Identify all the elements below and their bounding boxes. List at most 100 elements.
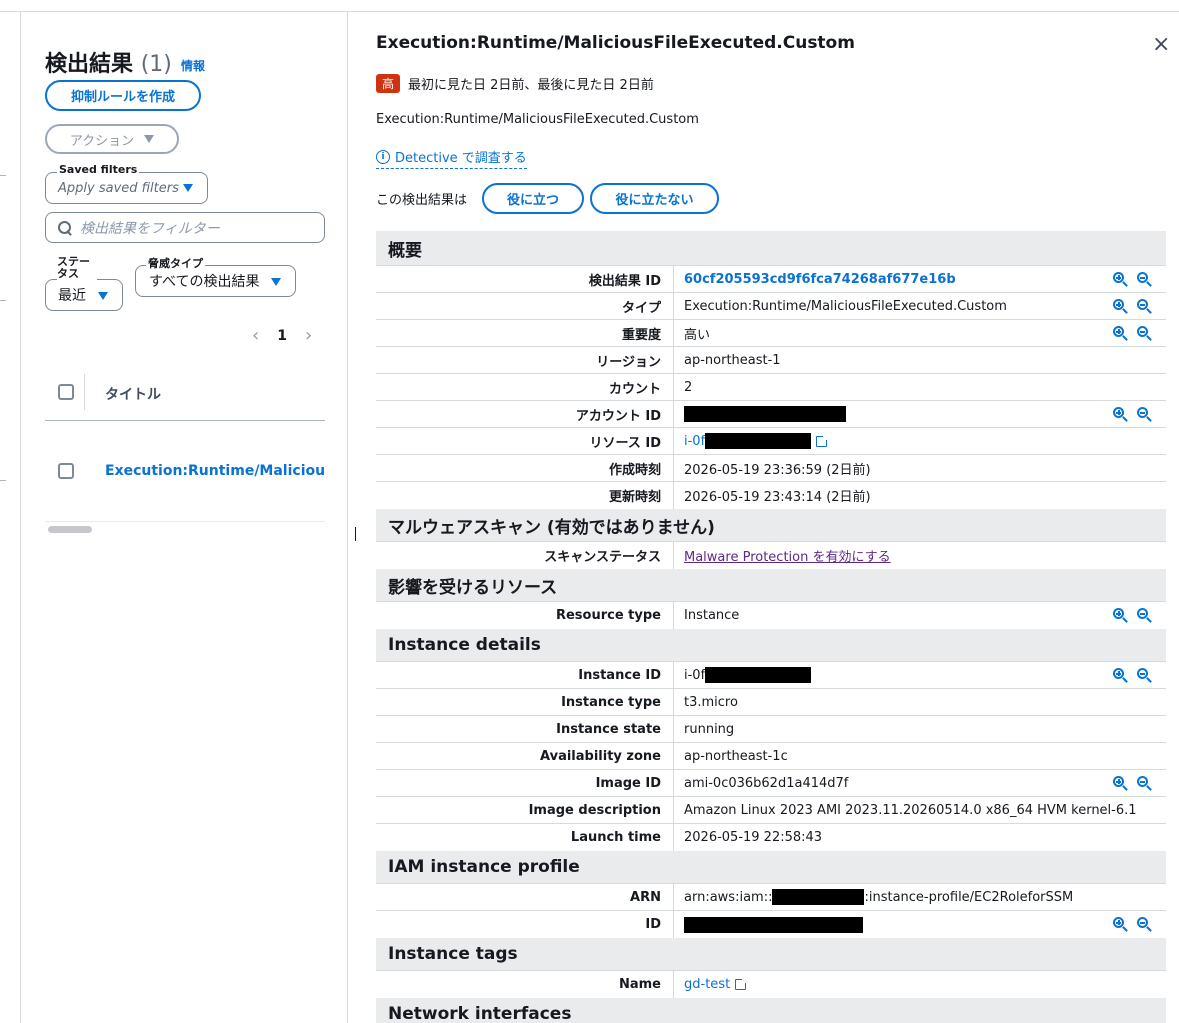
key: リージョン bbox=[376, 347, 674, 373]
section-malware-scan: マルウェアスキャン (有効ではありません) bbox=[376, 509, 1166, 542]
row-instance-state: Instance state running bbox=[376, 716, 1166, 743]
resource-id-link[interactable]: i-0f bbox=[674, 433, 829, 449]
row-account-id: アカウント ID bbox=[376, 401, 1166, 428]
page-title-text: 検出結果 bbox=[45, 52, 134, 77]
key: Name bbox=[376, 971, 674, 998]
create-suppression-rule-button[interactable]: 抑制ルールを作成 bbox=[45, 80, 201, 111]
nav-tick bbox=[0, 300, 6, 301]
zoom-in-icon[interactable] bbox=[1113, 299, 1128, 314]
key: Instance ID bbox=[376, 662, 674, 688]
filter-icons bbox=[1113, 917, 1152, 932]
column-header-title[interactable]: タイトル bbox=[105, 384, 161, 404]
key: ID bbox=[376, 911, 674, 938]
value: ap-northeast-1c bbox=[684, 748, 788, 764]
key: アカウント ID bbox=[376, 401, 674, 427]
value: 2 bbox=[684, 379, 693, 395]
row-created: 作成時刻 2026-05-19 23:36:59 (2日前) bbox=[376, 455, 1166, 482]
row-image-id: Image ID ami-0c036b62d1a414d7f bbox=[376, 770, 1166, 797]
zoom-out-icon[interactable] bbox=[1137, 668, 1152, 683]
finding-id-link[interactable]: 60cf205593cd9f6fca74268af677e16b bbox=[674, 272, 956, 287]
enable-malware-protection-link[interactable]: Malware Protection を有効にする bbox=[674, 546, 891, 565]
detail-table: 概要 検出結果 ID 60cf205593cd9f6fca74268af677e… bbox=[376, 231, 1166, 1023]
threat-type-label: 脅威タイプ bbox=[146, 255, 205, 271]
zoom-in-icon[interactable] bbox=[1113, 776, 1128, 791]
value: 高い bbox=[684, 327, 711, 343]
key: Instance state bbox=[376, 716, 674, 742]
page-number[interactable]: 1 bbox=[277, 328, 287, 344]
select-all-checkbox[interactable] bbox=[58, 384, 74, 400]
collapsed-nav-strip[interactable] bbox=[0, 12, 21, 1023]
key: 作成時刻 bbox=[376, 455, 674, 481]
severity-badge: 高 bbox=[376, 74, 401, 93]
value: ap-northeast-1 bbox=[684, 352, 781, 368]
filter-icons bbox=[1113, 407, 1152, 422]
external-link-icon bbox=[735, 978, 748, 990]
info-link[interactable]: 情報 bbox=[181, 57, 205, 74]
zoom-out-icon[interactable] bbox=[1137, 776, 1152, 791]
instance-id-prefix: i-0f bbox=[684, 667, 706, 683]
zoom-in-icon[interactable] bbox=[1113, 917, 1128, 932]
row-resource-id: リソース ID i-0f bbox=[376, 428, 1166, 455]
nav-tick bbox=[0, 175, 6, 176]
section-affected-resources: 影響を受けるリソース bbox=[376, 569, 1166, 602]
zoom-out-icon[interactable] bbox=[1137, 272, 1152, 287]
detective-link[interactable]: i Detective で調査する bbox=[376, 147, 527, 169]
value: arn:aws:iam:: :instance-profile/EC2Rolef… bbox=[674, 889, 1073, 905]
filter-icons bbox=[1113, 776, 1152, 791]
threat-type-value: すべての検出結果 bbox=[149, 274, 260, 290]
zoom-out-icon[interactable] bbox=[1137, 407, 1152, 422]
saved-filters-select[interactable]: Apply saved filters bbox=[45, 172, 208, 204]
value: Instance bbox=[684, 608, 740, 623]
key: タイプ bbox=[376, 293, 674, 319]
findings-filter-input[interactable]: 検出結果をフィルター bbox=[45, 212, 325, 243]
close-icon[interactable]: × bbox=[1152, 32, 1170, 57]
key: カウント bbox=[376, 374, 674, 400]
value: Amazon Linux 2023 AMI 2023.11.20260514.0… bbox=[684, 802, 1137, 818]
useful-button[interactable]: 役に立つ bbox=[482, 183, 584, 214]
external-link-icon bbox=[816, 434, 829, 447]
zoom-out-icon[interactable] bbox=[1137, 326, 1152, 341]
zoom-in-icon[interactable] bbox=[1113, 407, 1128, 422]
finding-row-link[interactable]: Execution:Runtime/MaliciousFileExecuted.… bbox=[105, 463, 325, 479]
filter-icons bbox=[1113, 299, 1152, 314]
arn-suffix: :instance-profile/EC2RoleforSSM bbox=[864, 889, 1074, 905]
zoom-in-icon[interactable] bbox=[1113, 326, 1128, 341]
row-arn: ARN arn:aws:iam:: :instance-profile/EC2R… bbox=[376, 884, 1166, 911]
zoom-out-icon[interactable] bbox=[1137, 608, 1152, 623]
redaction bbox=[684, 406, 846, 422]
filter-icons bbox=[1113, 608, 1152, 623]
zoom-in-icon[interactable] bbox=[1113, 608, 1128, 623]
chevron-right-icon[interactable]: › bbox=[305, 325, 312, 346]
section-network-interfaces: Network interfaces bbox=[376, 998, 1166, 1023]
section-iam-instance-profile: IAM instance profile bbox=[376, 851, 1166, 884]
section-instance-details: Instance details bbox=[376, 629, 1166, 662]
search-placeholder: 検出結果をフィルター bbox=[80, 220, 220, 237]
row-checkbox[interactable] bbox=[58, 463, 74, 479]
caret-down-icon bbox=[183, 184, 193, 192]
not-useful-button[interactable]: 役に立たない bbox=[590, 183, 719, 214]
zoom-in-icon[interactable] bbox=[1113, 272, 1128, 287]
filter-icons bbox=[1113, 272, 1152, 287]
chevron-left-icon[interactable]: ‹ bbox=[252, 325, 259, 346]
redaction bbox=[772, 889, 865, 905]
caret-down-icon bbox=[98, 292, 108, 300]
feedback-label: この検出結果は bbox=[376, 193, 468, 208]
row-count: カウント 2 bbox=[376, 374, 1166, 401]
seen-text: 最初に見た日 2日前、最後に見た日 2日前 bbox=[408, 78, 654, 93]
value: t3.micro bbox=[684, 694, 738, 710]
tag-name-link[interactable]: gd-test bbox=[674, 977, 748, 992]
value: Execution:Runtime/MaliciousFileExecuted.… bbox=[684, 298, 1007, 314]
status-select[interactable]: 最近 bbox=[45, 279, 123, 311]
zoom-in-icon[interactable] bbox=[1113, 668, 1128, 683]
filter-icons bbox=[1113, 326, 1152, 341]
tag-name-text: gd-test bbox=[684, 977, 731, 992]
zoom-out-icon[interactable] bbox=[1137, 917, 1152, 932]
status-value: 最近 bbox=[58, 288, 86, 304]
zoom-out-icon[interactable] bbox=[1137, 299, 1152, 314]
actions-dropdown-button[interactable]: アクション bbox=[45, 124, 179, 154]
row-severity: 重要度 高い bbox=[376, 320, 1166, 347]
key: 重要度 bbox=[376, 320, 674, 346]
horizontal-scrollbar[interactable] bbox=[48, 526, 92, 533]
info-icon: i bbox=[376, 149, 390, 164]
key: スキャンステータス bbox=[376, 542, 674, 569]
